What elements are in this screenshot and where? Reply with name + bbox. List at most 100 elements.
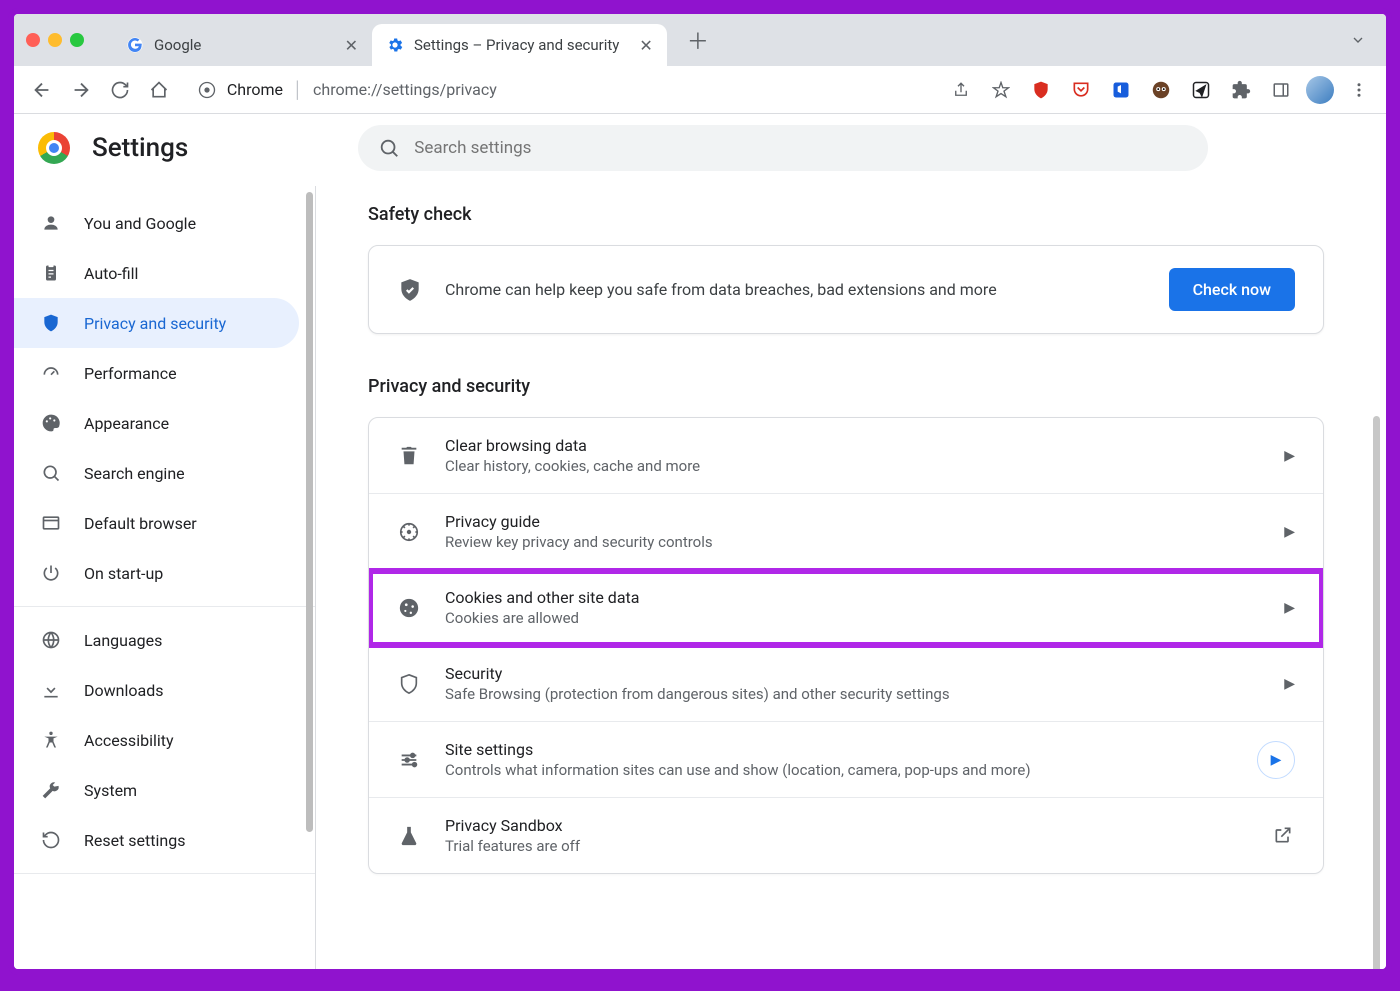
close-tab-icon[interactable]: ✕ — [345, 36, 358, 55]
tab-overflow-button[interactable] — [1342, 24, 1374, 56]
speed-icon — [40, 362, 62, 384]
sidebar-item-privacy[interactable]: Privacy and security — [14, 298, 299, 348]
privacy-settings-list: Clear browsing data Clear history, cooki… — [368, 417, 1324, 874]
extension-send-icon[interactable] — [1186, 75, 1216, 105]
sidebar-item-languages[interactable]: Languages — [14, 615, 299, 665]
sidebar-item-label: Accessibility — [84, 731, 174, 750]
power-icon — [40, 562, 62, 584]
new-tab-button[interactable]: ＋ — [677, 20, 719, 60]
sidebar-item-performance[interactable]: Performance — [14, 348, 299, 398]
sidebar-item-label: System — [84, 781, 137, 800]
bookmark-icon[interactable] — [986, 75, 1016, 105]
row-title: Site settings — [445, 740, 1257, 759]
trash-icon — [397, 444, 421, 468]
row-title: Privacy guide — [445, 512, 1284, 531]
sidebar-item-accessibility[interactable]: Accessibility — [14, 715, 299, 765]
extension-bitwarden-icon[interactable] — [1106, 75, 1136, 105]
tune-icon — [397, 748, 421, 772]
row-cookies[interactable]: Cookies and other site data Cookies are … — [369, 570, 1323, 646]
address-url: chrome://settings/privacy — [313, 80, 497, 99]
extension-ublock-icon[interactable] — [1026, 75, 1056, 105]
row-subtitle: Trial features are off — [445, 837, 1273, 855]
chevron-right-icon: ▶ — [1284, 524, 1295, 540]
wrench-icon — [40, 779, 62, 801]
google-favicon-icon — [126, 36, 144, 54]
close-tab-icon[interactable]: ✕ — [639, 36, 652, 55]
extension-owl-icon[interactable] — [1146, 75, 1176, 105]
row-site-settings[interactable]: Site settings Controls what information … — [369, 722, 1323, 798]
share-icon[interactable] — [946, 75, 976, 105]
cookie-icon — [397, 596, 421, 620]
tab-google[interactable]: Google ✕ — [112, 24, 372, 66]
chevron-right-icon: ▶ — [1284, 600, 1295, 616]
sidebar-item-label: Privacy and security — [84, 314, 226, 333]
home-button[interactable] — [144, 73, 175, 107]
safety-check-card: Chrome can help keep you safe from data … — [368, 245, 1324, 334]
settings-search[interactable] — [358, 125, 1208, 171]
kebab-menu-icon[interactable] — [1344, 75, 1374, 105]
row-subtitle: Cookies are allowed — [445, 609, 1284, 627]
sidebar-item-you-and-google[interactable]: You and Google — [14, 198, 299, 248]
safety-check-message: Chrome can help keep you safe from data … — [445, 280, 1147, 299]
privacy-section-title: Privacy and security — [368, 376, 1324, 397]
tab-label: Google — [154, 36, 201, 54]
row-subtitle: Clear history, cookies, cache and more — [445, 457, 1284, 475]
back-button[interactable] — [26, 73, 57, 107]
sidebar-scrollbar[interactable] — [306, 192, 313, 832]
extensions-button[interactable] — [1226, 75, 1256, 105]
sidebar-item-label: Auto-fill — [84, 264, 138, 283]
sidepanel-icon[interactable] — [1266, 75, 1296, 105]
settings-favicon-icon — [386, 36, 404, 54]
sidebar-item-downloads[interactable]: Downloads — [14, 665, 299, 715]
shield-outline-icon — [397, 672, 421, 696]
row-clear-browsing-data[interactable]: Clear browsing data Clear history, cooki… — [369, 418, 1323, 494]
search-input[interactable] — [414, 138, 1188, 158]
chrome-logo-icon — [38, 132, 70, 164]
settings-header: Settings — [14, 114, 1386, 186]
maximize-window-button[interactable] — [70, 33, 84, 47]
sidebar-item-search-engine[interactable]: Search engine — [14, 448, 299, 498]
minimize-window-button[interactable] — [48, 33, 62, 47]
sidebar-divider — [14, 606, 315, 607]
sidebar-item-label: Search engine — [84, 464, 185, 483]
sidebar-item-appearance[interactable]: Appearance — [14, 398, 299, 448]
extension-pocket-icon[interactable] — [1066, 75, 1096, 105]
close-window-button[interactable] — [26, 33, 40, 47]
shield-icon — [40, 312, 62, 334]
safety-check-title: Safety check — [368, 204, 1324, 225]
main-scrollbar[interactable] — [1373, 416, 1380, 969]
row-privacy-sandbox[interactable]: Privacy Sandbox Trial features are off — [369, 798, 1323, 873]
sidebar-item-default-browser[interactable]: Default browser — [14, 498, 299, 548]
row-title: Cookies and other site data — [445, 588, 1284, 607]
forward-button[interactable] — [65, 73, 96, 107]
sidebar-item-system[interactable]: System — [14, 765, 299, 815]
clipboard-icon — [40, 262, 62, 284]
window-controls — [26, 33, 84, 47]
row-privacy-guide[interactable]: Privacy guide Review key privacy and sec… — [369, 494, 1323, 570]
address-label: Chrome — [227, 80, 283, 99]
tab-settings[interactable]: Settings – Privacy and security ✕ — [372, 24, 667, 66]
chevron-right-icon: ▶ — [1284, 676, 1295, 692]
sidebar-item-on-startup[interactable]: On start-up — [14, 548, 299, 598]
sidebar-item-label: You and Google — [84, 214, 196, 233]
address-bar[interactable]: Chrome │ chrome://settings/privacy — [183, 72, 938, 108]
sidebar-item-reset[interactable]: Reset settings — [14, 815, 299, 865]
accessibility-icon — [40, 729, 62, 751]
sidebar-item-autofill[interactable]: Auto-fill — [14, 248, 299, 298]
row-subtitle: Controls what information sites can use … — [445, 761, 1257, 779]
row-security[interactable]: Security Safe Browsing (protection from … — [369, 646, 1323, 722]
sidebar-item-label: Downloads — [84, 681, 163, 700]
sidebar-item-label: Performance — [84, 364, 177, 383]
flask-icon — [397, 824, 421, 848]
sidebar-item-label: Appearance — [84, 414, 169, 433]
reload-button[interactable] — [104, 73, 135, 107]
row-title: Privacy Sandbox — [445, 816, 1273, 835]
settings-main: Safety check Chrome can help keep you sa… — [316, 186, 1386, 969]
person-icon — [40, 212, 62, 234]
search-icon — [40, 462, 62, 484]
row-subtitle: Review key privacy and security controls — [445, 533, 1284, 551]
check-now-button[interactable]: Check now — [1169, 268, 1295, 311]
site-info-icon[interactable] — [197, 80, 217, 100]
sidebar-item-label: Languages — [84, 631, 162, 650]
profile-avatar[interactable] — [1306, 76, 1334, 104]
